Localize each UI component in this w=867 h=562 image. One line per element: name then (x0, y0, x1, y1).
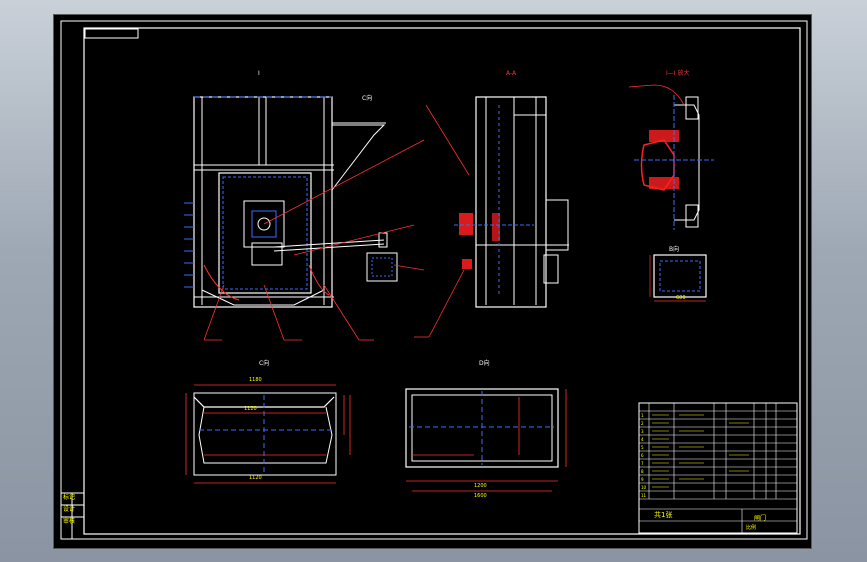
inner-frame (83, 27, 801, 535)
dim-right-inner: 1200 (474, 483, 487, 489)
side-view[interactable]: A-A (414, 70, 569, 338)
detail-view[interactable]: I—I 放大 (628, 69, 714, 230)
dim-right-total: 1600 (474, 493, 487, 499)
bottom-middle-view[interactable]: 1200 1600 D向 (405, 359, 567, 499)
view-b-small[interactable]: B向 600 (649, 245, 707, 302)
stamp-label-1: 标记 (63, 493, 75, 501)
section-title-aa: A-A (506, 70, 517, 77)
title-block-sheet: 共1张 (654, 510, 672, 519)
svg-text:6: 6 (641, 453, 644, 458)
bottom-left-view[interactable]: 1180 1120 1120 C向 (185, 359, 351, 484)
cad-viewport[interactable]: 标记 设计 审核 I C向 A-A I—I 放大 B向 600 1180 112… (53, 14, 812, 549)
title-block-scale: 比例 (746, 524, 756, 531)
front-view[interactable]: I C向 (184, 70, 425, 341)
detail-title: I—I 放大 (666, 69, 689, 77)
drawing-canvas[interactable]: 标记 设计 审核 I C向 A-A I—I 放大 B向 600 1180 112… (54, 15, 813, 550)
section-label-top: I (258, 70, 260, 77)
dim-small-box: 600 (676, 295, 686, 301)
view-b-label: B向 (669, 245, 679, 253)
dim-bottom: 1120 (249, 475, 262, 481)
svg-text:10: 10 (641, 485, 647, 490)
svg-text:5: 5 (641, 445, 644, 450)
view-d-label: D向 (479, 359, 490, 367)
top-left-stamp (84, 28, 139, 39)
svg-text:2: 2 (641, 421, 644, 426)
svg-text:3: 3 (641, 429, 644, 434)
svg-text:4: 4 (641, 437, 644, 442)
part-number-c: C向 (362, 94, 372, 102)
stamp-label-2: 设计 (63, 505, 75, 513)
svg-text:1: 1 (641, 413, 644, 418)
parts-list-table[interactable]: 1 2 3 4 5 6 7 8 9 10 11 共1张 闸门 比例 (638, 402, 798, 534)
view-c-label: C向 (259, 359, 269, 367)
svg-text:7: 7 (641, 461, 644, 466)
dim-inner: 1120 (244, 406, 257, 412)
dim-top-width: 1180 (249, 377, 262, 383)
stamp-label-3: 审核 (63, 517, 75, 525)
svg-text:8: 8 (641, 469, 644, 474)
title-block-name: 闸门 (754, 514, 766, 522)
left-margin-stamps: 标记 设计 审核 (61, 492, 84, 539)
svg-text:11: 11 (641, 493, 647, 498)
svg-text:9: 9 (641, 477, 644, 482)
